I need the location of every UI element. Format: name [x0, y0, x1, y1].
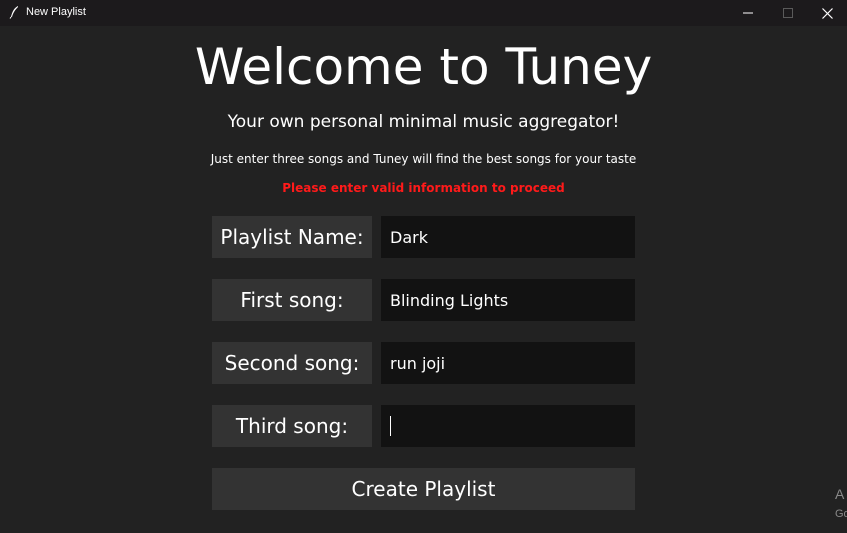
feather-icon: [9, 6, 18, 19]
playlist-name-input[interactable]: [381, 216, 635, 258]
first-song-label: First song:: [212, 279, 372, 321]
app-window: New Playlist Welcome to Tuney Your own p…: [0, 0, 847, 533]
close-button[interactable]: [807, 0, 847, 26]
minimize-button[interactable]: [728, 0, 768, 26]
error-message: Please enter valid information to procee…: [282, 181, 565, 195]
third-song-input[interactable]: [381, 405, 635, 447]
first-song-input[interactable]: [381, 279, 635, 321]
watermark-line-2: Go: [835, 508, 847, 520]
watermark-line-1: A: [835, 486, 845, 502]
create-playlist-button[interactable]: Create Playlist: [212, 468, 635, 510]
text-caret: [390, 416, 391, 436]
instructions-text: Just enter three songs and Tuney will fi…: [210, 152, 637, 166]
second-song-label: Second song:: [212, 342, 372, 384]
page-title: Welcome to Tuney: [194, 38, 653, 96]
activation-watermark: A Go: [835, 484, 847, 524]
third-song-label: Third song:: [212, 405, 372, 447]
page-subtitle: Your own personal minimal music aggregat…: [227, 112, 620, 132]
maximize-icon: [783, 8, 793, 18]
playlist-name-label: Playlist Name:: [212, 216, 372, 258]
minimize-icon: [743, 12, 753, 14]
close-icon: [821, 7, 833, 19]
maximize-button[interactable]: [768, 0, 808, 26]
window-title: New Playlist: [26, 6, 86, 18]
second-song-input[interactable]: [381, 342, 635, 384]
title-bar[interactable]: New Playlist: [0, 0, 847, 26]
